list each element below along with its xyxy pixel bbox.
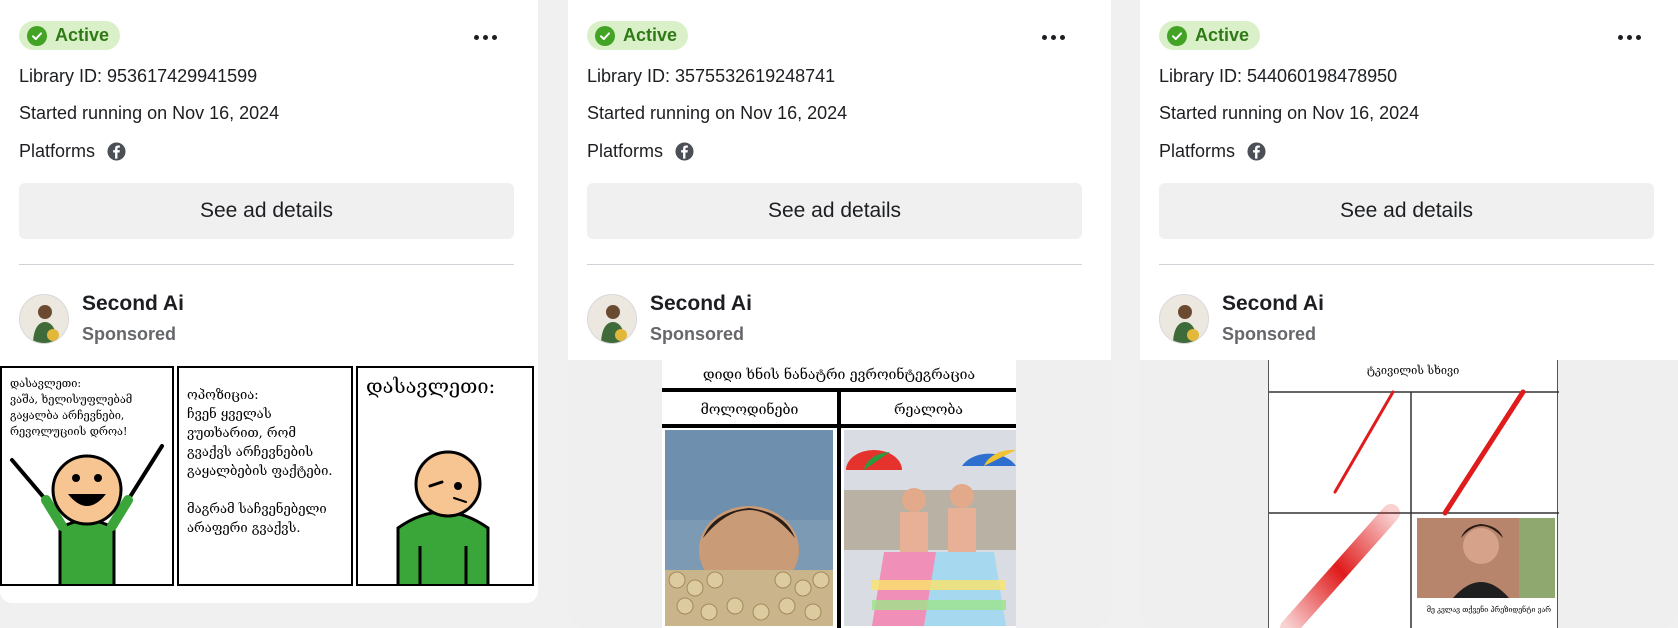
check-circle-icon [595, 25, 615, 46]
sponsored-label: Sponsored [82, 324, 177, 344]
advertiser-name[interactable]: Second Ai [1222, 292, 1324, 316]
see-ad-details-button[interactable]: See ad details [19, 183, 514, 239]
platforms-row: Platforms [19, 141, 126, 162]
platforms-label: Platforms [19, 141, 96, 161]
facebook-icon [1247, 142, 1266, 161]
sponsored-label: Sponsored [1222, 324, 1317, 344]
status-badge: Active [587, 21, 689, 50]
platforms-row: Platforms [587, 141, 694, 162]
avatar[interactable] [19, 294, 69, 344]
cartoon-figure-image [10, 444, 164, 584]
status-badge: Active [1159, 21, 1261, 50]
library-id: Library ID: 544060198478950 [1159, 66, 1398, 86]
advertiser-name[interactable]: Second Ai [650, 292, 752, 316]
coins-photo-image [665, 430, 833, 626]
see-ad-details-button[interactable]: See ad details [1159, 183, 1654, 239]
see-ad-details-button[interactable]: See ad details [587, 183, 1082, 239]
sponsored-label: Sponsored [650, 324, 745, 344]
meme-divider [837, 392, 841, 628]
comic-panel: დასავლეთი: [356, 366, 534, 586]
meme-right-header: რეალობა [893, 402, 963, 418]
more-options-icon[interactable] [1035, 26, 1071, 48]
avatar[interactable] [587, 294, 637, 344]
status-badge: Active [19, 21, 121, 50]
cartoon-figure-image [396, 450, 490, 584]
facebook-icon [107, 142, 126, 161]
more-options-icon[interactable] [467, 26, 503, 48]
avatar[interactable] [1159, 294, 1209, 344]
ad-creative-image[interactable]: ტკივილის სხივი მე კვლავ თქვენი პრეზიდენტ… [1268, 360, 1559, 628]
platforms-label: Platforms [587, 141, 664, 161]
ad-card: Active Library ID: 953617429941599 Start… [0, 0, 538, 603]
status-label: Active [623, 25, 678, 45]
library-id: Library ID: 3575532619248741 [587, 66, 836, 86]
start-date: Started running on Nov 16, 2024 [587, 103, 848, 123]
check-circle-icon [1167, 25, 1187, 46]
divider [1159, 264, 1654, 265]
comic-panel: ოპოზიცია: ჩვენ ყველას ვუთხარით, რომ გვაქ… [177, 366, 353, 586]
parade-photo-image [844, 430, 1016, 626]
start-date: Started running on Nov 16, 2024 [19, 103, 280, 123]
status-label: Active [1195, 25, 1250, 45]
divider [19, 264, 514, 265]
library-id: Library ID: 953617429941599 [19, 66, 258, 86]
more-options-icon[interactable] [1611, 26, 1647, 48]
platforms-label: Platforms [1159, 141, 1236, 161]
ad-creative-image[interactable]: დიდი ხნის ნანატრი ევროინტეგრაცია მოლოდინ… [662, 360, 1016, 628]
ad-card: Active Library ID: 3575532619248741 Star… [568, 0, 1111, 628]
comic-panel: დასავლეთი: ვაშა, ხელისუფლებამ გაყალბა არ… [0, 366, 174, 586]
facebook-icon [675, 142, 694, 161]
platforms-row: Platforms [1159, 141, 1266, 162]
check-circle-icon [27, 25, 47, 46]
meme-left-header: მოლოდინები [700, 402, 799, 418]
ad-creative-image[interactable]: დასავლეთი: ვაშა, ხელისუფლებამ გაყალბა არ… [0, 366, 534, 586]
meme-grid-image [1269, 389, 1559, 628]
status-label: Active [55, 25, 110, 45]
meme-caption: მე კვლავ თქვენი პრეზიდენტი ვარ [1426, 606, 1552, 614]
ad-card: Active Library ID: 544060198478950 Start… [1140, 0, 1678, 628]
advertiser-name[interactable]: Second Ai [82, 292, 184, 316]
panel-text: ოპოზიცია: ჩვენ ყველას ვუთხარით, რომ გვაქ… [187, 388, 333, 536]
start-date: Started running on Nov 16, 2024 [1159, 103, 1420, 123]
divider [587, 264, 1082, 265]
meme-title: დიდი ხნის ნანატრი ევროინტეგრაცია [702, 367, 976, 383]
